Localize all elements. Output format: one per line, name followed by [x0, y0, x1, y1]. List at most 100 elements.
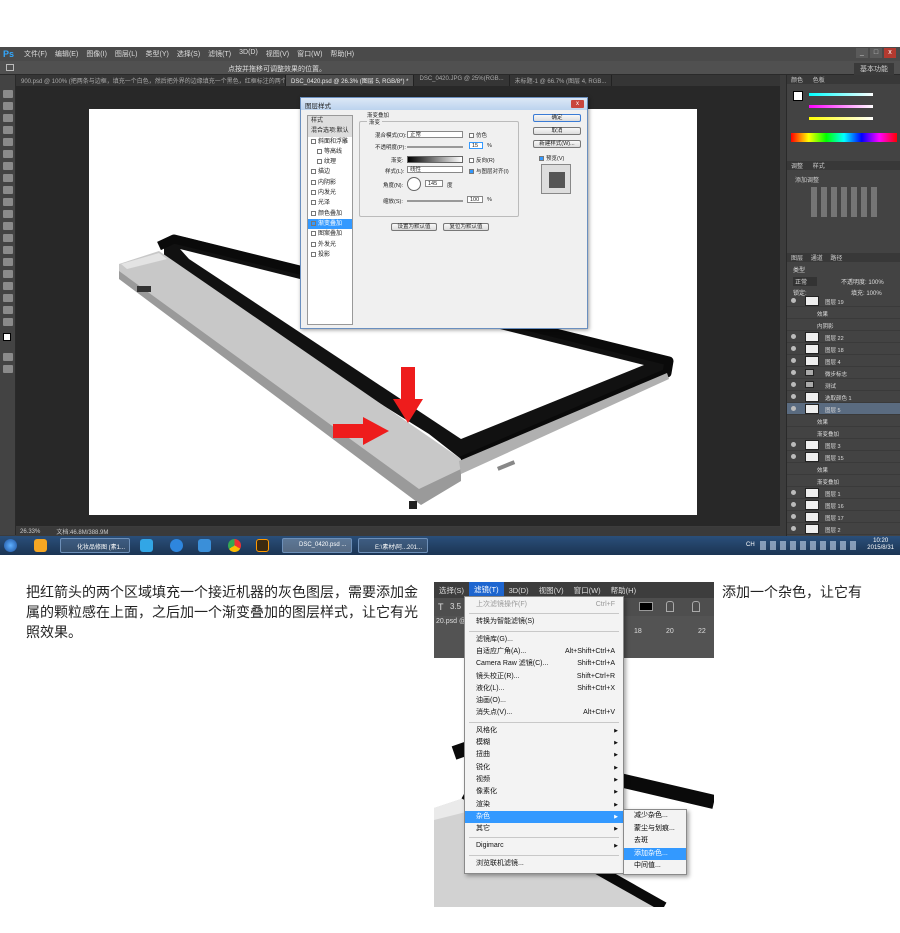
layer-row[interactable]: 图层 3: [787, 439, 900, 451]
visibility-eye-icon[interactable]: [791, 382, 796, 387]
layer-row[interactable]: 效果: [787, 463, 900, 475]
layer-filter-kind[interactable]: 类型: [793, 265, 805, 274]
layer-row[interactable]: 图层 17: [787, 511, 900, 523]
green-slider[interactable]: [809, 105, 873, 108]
noise-submenu-item[interactable]: 添加杂色...: [624, 847, 686, 860]
layer-blend-mode[interactable]: 正常: [793, 277, 818, 286]
styles-header[interactable]: 样式: [308, 116, 352, 127]
visibility-eye-icon[interactable]: [791, 394, 796, 399]
style-checkbox[interactable]: [311, 179, 316, 185]
chrome-icon[interactable]: [228, 539, 241, 552]
filter-menu-item[interactable]: 视频 ▶: [465, 774, 623, 786]
color-spectrum[interactable]: [791, 133, 897, 142]
type-tool-icon[interactable]: [3, 270, 13, 278]
menu-item[interactable]: 编辑(E): [51, 49, 82, 59]
eyedropper-tool-icon[interactable]: [3, 150, 13, 158]
layer-opacity[interactable]: 不透明度: 100%: [841, 277, 884, 286]
person-icon[interactable]: [666, 601, 674, 612]
visibility-eye-icon[interactable]: [791, 298, 796, 303]
tab-channels[interactable]: 通道: [811, 256, 823, 262]
quick-select-tool-icon[interactable]: [3, 126, 13, 134]
taskbar-task-active[interactable]: DSC_0420.psd ...: [282, 538, 352, 553]
visibility-eye-icon[interactable]: [791, 334, 796, 339]
layer-row[interactable]: 图层 5: [787, 403, 900, 415]
filter-menu-item[interactable]: Digimarc ▶: [465, 840, 623, 852]
filter-menu-item[interactable]: 渲染 ▶: [465, 799, 623, 811]
brush-tool-icon[interactable]: [3, 174, 13, 182]
red-slider[interactable]: [809, 93, 873, 96]
style-item[interactable]: 内发光: [308, 188, 352, 198]
menu-item[interactable]: 图层(L): [111, 49, 142, 59]
visibility-eye-icon[interactable]: [791, 514, 796, 519]
blend-mode-select[interactable]: 正常: [407, 131, 463, 138]
style-item[interactable]: 颜色叠加: [308, 209, 352, 219]
menubar-item[interactable]: 视图(V): [534, 585, 569, 596]
style-item[interactable]: 纹理: [308, 157, 352, 167]
dialog-close-button[interactable]: x: [571, 100, 584, 108]
app-icon[interactable]: [170, 539, 183, 552]
blue-slider[interactable]: [809, 117, 873, 120]
crop-tool-icon[interactable]: [3, 138, 13, 146]
menubar-item[interactable]: 3D(D): [504, 586, 534, 595]
taskbar-task[interactable]: 化妆品修图 (素1...: [60, 538, 130, 553]
pen-tool-icon[interactable]: [3, 258, 13, 266]
visibility-eye-icon[interactable]: [791, 406, 796, 411]
menu-item[interactable]: 图像(I): [82, 49, 111, 59]
layer-row[interactable]: 选取颜色 1: [787, 391, 900, 403]
close-button[interactable]: x: [884, 48, 896, 58]
dodge-tool-icon[interactable]: [3, 246, 13, 254]
illustrator-icon[interactable]: [256, 539, 269, 552]
layer-row[interactable]: 渐变叠加: [787, 427, 900, 439]
screen-mode-icon[interactable]: [3, 365, 13, 373]
taskbar-task[interactable]: E:\素材\阿...201...: [358, 538, 428, 553]
filter-menu-item[interactable]: 像素化 ▶: [465, 786, 623, 798]
gradient-tool-icon[interactable]: [3, 222, 13, 230]
menu-item[interactable]: 选择(S): [173, 49, 204, 59]
new-style-button[interactable]: 新建样式(W)...: [533, 140, 581, 148]
foreground-color-swatch[interactable]: [3, 333, 11, 341]
layer-row[interactable]: 图层 22: [787, 331, 900, 343]
visibility-eye-icon[interactable]: [791, 454, 796, 459]
blur-tool-icon[interactable]: [3, 234, 13, 242]
tab-adjustments[interactable]: 调整: [791, 164, 803, 170]
style-checkbox[interactable]: [311, 220, 316, 226]
style-item[interactable]: 描边: [308, 167, 352, 177]
filter-menu-item[interactable]: 液化(L)... Shift+Ctrl+X: [465, 683, 623, 695]
workspace-select[interactable]: 基本功能: [854, 63, 894, 75]
doc-tab-active[interactable]: DSC_0420.psd @ 26.3% (图层 5, RGB/8*) *: [286, 75, 415, 86]
noise-submenu-item[interactable]: 减少杂色...: [624, 810, 686, 823]
app-icon[interactable]: [198, 539, 211, 552]
minimize-button[interactable]: _: [856, 48, 868, 58]
style-select[interactable]: 线性: [407, 166, 463, 173]
filter-menu-item[interactable]: 杂色 ▶: [465, 810, 623, 824]
zoom-tool-icon[interactable]: [3, 318, 13, 326]
noise-submenu-item[interactable]: 中间值...: [624, 860, 686, 873]
doc-tab[interactable]: 未标题-1 @ 66.7% (图层 4, RGB...: [510, 75, 613, 86]
make-default-button[interactable]: 设置为默认值: [391, 223, 437, 231]
style-checkbox[interactable]: [311, 241, 316, 247]
tray-clock[interactable]: 10:20 2015/8/31: [867, 538, 894, 552]
filter-menu-item[interactable]: 其它 ▶: [465, 823, 623, 835]
filter-menu-item[interactable]: 扭曲 ▶: [465, 749, 623, 761]
style-item[interactable]: 外发光: [308, 240, 352, 250]
filter-menu-item[interactable]: 浏览联机滤镜...: [465, 858, 623, 870]
menu-item[interactable]: 窗口(W): [293, 49, 326, 59]
doc-tab[interactable]: 900.psd @ 100% (把两条与边框，填充一个白色，然后把外界的边缘填充…: [16, 75, 286, 86]
style-checkbox[interactable]: [311, 231, 316, 237]
style-checkbox[interactable]: [311, 138, 316, 144]
quick-mask-icon[interactable]: [3, 353, 13, 361]
menu-item[interactable]: 类型(Y): [141, 49, 172, 59]
style-checkbox[interactable]: [311, 251, 316, 257]
move-tool-icon[interactable]: [3, 90, 13, 98]
tab-paths[interactable]: 路径: [830, 256, 842, 262]
menu-item[interactable]: 帮助(H): [326, 49, 358, 59]
foreground-swatch[interactable]: [793, 91, 803, 101]
filter-menu-item[interactable]: 油画(O)...: [465, 695, 623, 707]
layer-row[interactable]: 微步标志: [787, 367, 900, 379]
reset-default-button[interactable]: 复位为默认值: [443, 223, 489, 231]
menubar-item[interactable]: 帮助(H): [606, 585, 641, 596]
tab-layers[interactable]: 图层: [791, 256, 803, 262]
noise-submenu-item[interactable]: 蒙尘与划痕...: [624, 823, 686, 836]
layer-row[interactable]: 效果: [787, 415, 900, 427]
doc-tab[interactable]: DSC_0420.JPG @ 25%(RGB...: [414, 75, 510, 86]
